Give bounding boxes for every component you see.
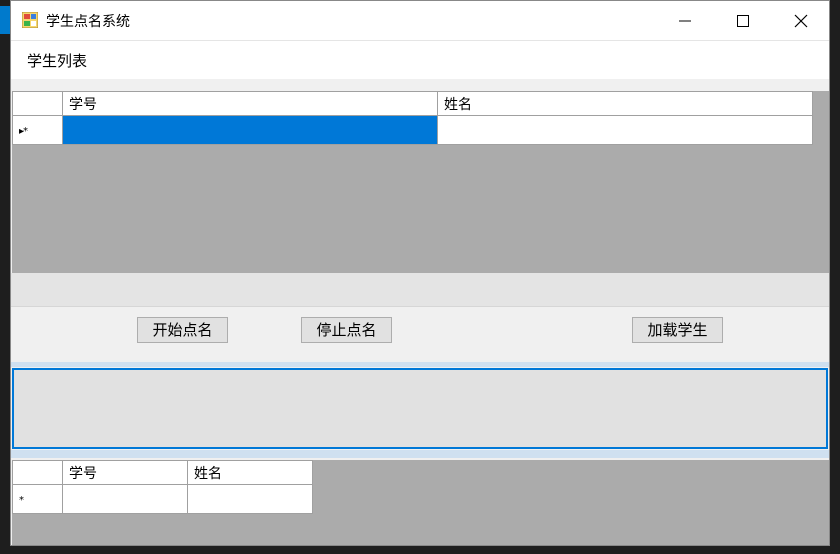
load-students-button[interactable]: 加载学生 [632, 317, 723, 343]
status-strip [11, 273, 829, 307]
grid-corner-cell[interactable] [12, 91, 63, 116]
maximize-icon [737, 15, 749, 27]
separator [11, 450, 829, 458]
row-indicator-icon: ▸* [19, 126, 28, 137]
separator [11, 362, 829, 367]
cell-name[interactable] [187, 484, 313, 514]
column-header-name[interactable]: 姓名 [437, 91, 813, 116]
cell-name[interactable] [437, 115, 813, 145]
minimize-icon [679, 20, 691, 22]
background-ide-tab [0, 6, 10, 34]
result-display-box[interactable] [12, 368, 828, 449]
start-rollcall-button[interactable]: 开始点名 [137, 317, 228, 343]
cell-id[interactable] [62, 484, 188, 514]
stop-rollcall-button[interactable]: 停止点名 [301, 317, 392, 343]
table-row[interactable]: ▸* [12, 115, 813, 145]
table-row[interactable]: * [12, 484, 313, 514]
called-student-grid[interactable]: 学号 姓名 * [12, 460, 829, 545]
grid-header-row: 学号 姓名 [12, 91, 813, 116]
column-header-id[interactable]: 学号 [62, 91, 438, 116]
main-window: 学生点名系统 学生列表 学号 姓名 ▸* 开始点名 停止点名 加载学生 学号 姓… [10, 0, 830, 546]
maximize-button[interactable] [714, 1, 772, 40]
window-title: 学生点名系统 [46, 14, 130, 30]
column-header-name[interactable]: 姓名 [187, 460, 313, 485]
called-grid-table: 学号 姓名 * [12, 460, 313, 514]
close-icon [794, 14, 808, 28]
menu-bar: 学生列表 [11, 41, 829, 79]
cell-id[interactable] [62, 115, 438, 145]
row-header-new[interactable]: * [12, 484, 63, 514]
row-header-new[interactable]: ▸* [12, 115, 63, 145]
close-button[interactable] [772, 1, 830, 40]
grid-corner-cell[interactable] [12, 460, 63, 485]
column-header-id[interactable]: 学号 [62, 460, 188, 485]
student-grid[interactable]: 学号 姓名 ▸* [12, 91, 829, 273]
minimize-button[interactable] [656, 1, 714, 40]
new-row-icon: * [19, 495, 24, 506]
title-bar[interactable]: 学生点名系统 [11, 1, 829, 41]
student-grid-table: 学号 姓名 ▸* [12, 91, 813, 145]
app-icon [22, 12, 38, 28]
menu-item-student-list[interactable]: 学生列表 [27, 50, 87, 71]
grid-header-row: 学号 姓名 [12, 460, 313, 485]
